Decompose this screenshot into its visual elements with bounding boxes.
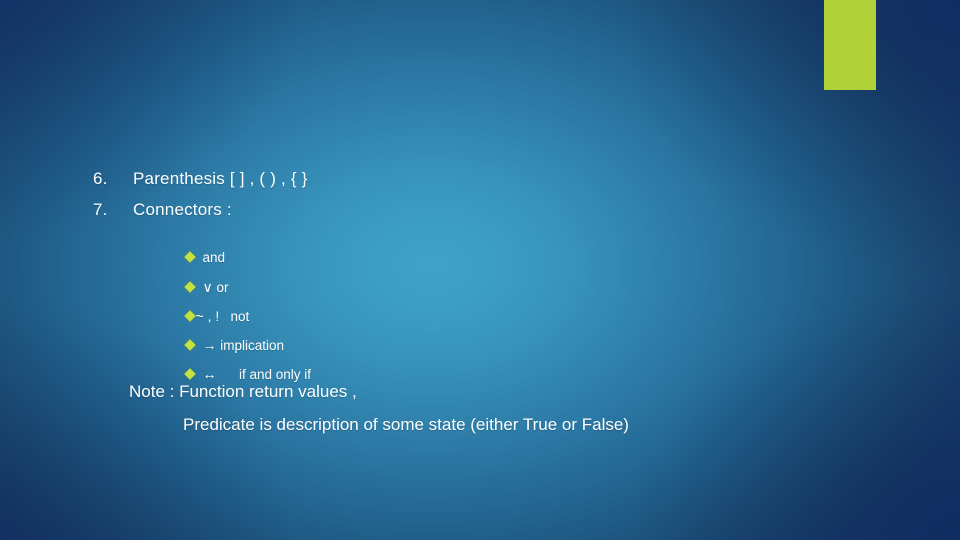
numbered-item-connectors: 7. Connectors :: [93, 200, 232, 220]
slide-content: 6. Parenthesis [ ] , ( ) , { } 7. Connecto…: [0, 0, 960, 540]
numbered-item-text: Parenthesis [ ] , ( ) , { }: [133, 169, 308, 188]
connector-label: if and only if: [216, 367, 312, 382]
numbered-item-parenthesis: 6. Parenthesis [ ] , ( ) , { }: [93, 169, 308, 189]
diamond-bullet-icon: [183, 281, 196, 293]
numbered-item-marker: 6.: [93, 169, 108, 188]
note-line-predicate: Predicate is description of some state (…: [183, 415, 629, 434]
connector-symbol: ↔: [202, 366, 217, 382]
numbered-item-text: Connectors :: [133, 200, 232, 219]
diamond-bullet-icon: [183, 310, 196, 322]
connector-label: and: [202, 250, 226, 265]
diamond-bullet-icon: [183, 368, 196, 380]
numbered-item-marker: 7.: [93, 200, 108, 219]
presentation-slide: 6. Parenthesis [ ] , ( ) , { } 7. Connecto…: [0, 0, 960, 540]
diamond-bullet-icon: [183, 251, 196, 263]
note-line-function-return: Note : Function return values ,: [129, 382, 357, 401]
diamond-bullet-icon: [183, 339, 196, 351]
